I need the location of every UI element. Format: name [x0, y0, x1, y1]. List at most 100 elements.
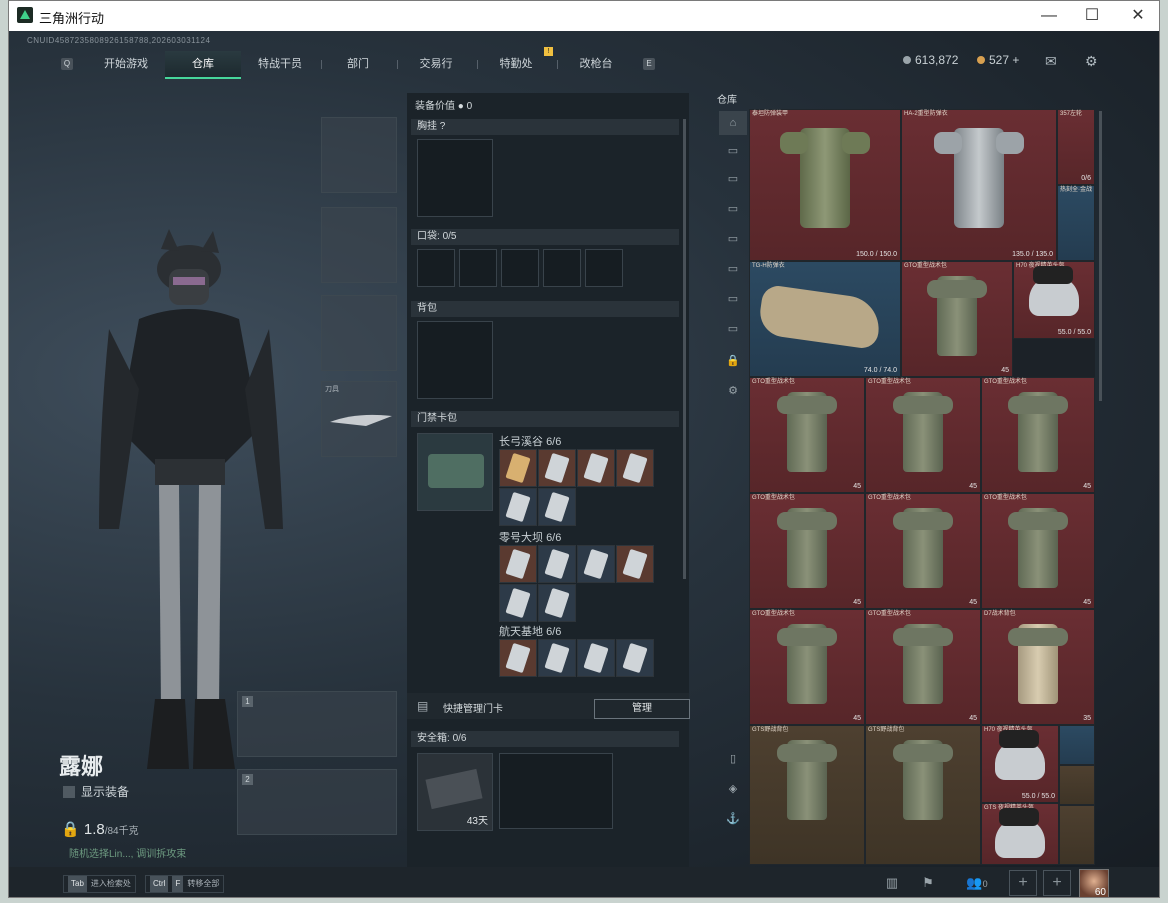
- keycard-item[interactable]: [577, 545, 615, 583]
- tab-department[interactable]: 部门: [325, 51, 391, 77]
- lock-icon[interactable]: 🔒: [719, 349, 747, 373]
- stash-tab-icon[interactable]: ▭: [719, 257, 747, 281]
- melee-slot[interactable]: 刀具: [321, 381, 397, 457]
- mail-icon[interactable]: ✉: [1045, 53, 1057, 70]
- manage-keycards-button[interactable]: 管理: [594, 699, 690, 719]
- stash-scrollbar[interactable]: [1099, 111, 1102, 401]
- stash-item[interactable]: GTS野战背包: [749, 725, 865, 865]
- map-name: 航天基地: [499, 626, 543, 638]
- tab-operators[interactable]: 特战干员: [245, 51, 315, 77]
- safebox-grid[interactable]: [499, 753, 613, 829]
- stash-item[interactable]: H70 夜视精英头盔55.0 / 55.0: [981, 725, 1059, 803]
- transfer-all-hotkey[interactable]: Ctrl F 转移全部: [145, 875, 225, 893]
- stash-item[interactable]: GTO重型战术包 45: [901, 261, 1013, 377]
- stash-item[interactable]: GTO重型战术包 45: [865, 609, 981, 725]
- show-equipment-toggle[interactable]: 显示装备: [63, 783, 129, 800]
- enter-search-hotkey[interactable]: Tab 进入检索处: [63, 875, 136, 893]
- stash-item[interactable]: GTS 夜视精英头盔: [981, 803, 1059, 865]
- stats-chart-icon[interactable]: ▥: [879, 871, 905, 895]
- keycard-item[interactable]: [538, 449, 576, 487]
- stash-item[interactable]: H70 夜视精英头盔 55.0 / 55.0: [1013, 261, 1095, 339]
- stash-tab-icon[interactable]: ▭: [719, 317, 747, 341]
- keycard-item[interactable]: [499, 639, 537, 677]
- loadout-scrollbar[interactable]: [683, 119, 686, 579]
- pocket-slot[interactable]: [501, 249, 539, 287]
- keycard-item[interactable]: [499, 449, 537, 487]
- stash-settings-icon[interactable]: ⚙: [719, 379, 747, 403]
- pocket-slot[interactable]: [417, 249, 455, 287]
- maximize-button[interactable]: ☐: [1077, 5, 1107, 27]
- keycard-case-slot[interactable]: [417, 433, 493, 511]
- stash-item[interactable]: TG-H防弹衣 74.0 / 74.0: [749, 261, 901, 377]
- keycard-item[interactable]: [538, 639, 576, 677]
- stash-item[interactable]: GTO重型战术包 45: [865, 377, 981, 493]
- helmet-slot[interactable]: [321, 117, 397, 193]
- chest-help-icon[interactable]: ?: [440, 121, 446, 132]
- stash-item[interactable]: GTO重型战术包 45: [749, 493, 865, 609]
- safebox-slot[interactable]: 43天: [417, 753, 493, 831]
- stash-item[interactable]: GTO重型战术包 45: [749, 609, 865, 725]
- friends-icon[interactable]: 👥0: [957, 871, 997, 895]
- pocket-slot[interactable]: [585, 249, 623, 287]
- stash-item[interactable]: [1059, 805, 1095, 865]
- primary-weapon-slot[interactable]: 1: [237, 691, 397, 757]
- stash-item[interactable]: [1059, 765, 1095, 805]
- stash-tab-icon[interactable]: ▭: [719, 227, 747, 251]
- keycard-header: 门禁卡包: [411, 411, 679, 427]
- keycard-item[interactable]: [499, 488, 537, 526]
- stash-item[interactable]: GTO重型战术包 45: [865, 493, 981, 609]
- keycard-item[interactable]: [616, 449, 654, 487]
- keycard-item[interactable]: [577, 449, 615, 487]
- stash-item[interactable]: GTO重型战术包 45: [981, 377, 1095, 493]
- stash-item[interactable]: 357左轮 0/6: [1057, 109, 1095, 185]
- pocket-slot[interactable]: [543, 249, 581, 287]
- keycard-item[interactable]: [538, 488, 576, 526]
- add-party-button[interactable]: +: [1009, 870, 1037, 896]
- stash-tab-icon[interactable]: ▭: [719, 167, 747, 191]
- keycard-item[interactable]: [499, 584, 537, 622]
- minimize-button[interactable]: —: [1034, 5, 1064, 27]
- anchor-icon[interactable]: ⚓: [719, 807, 747, 831]
- nav-prev-key[interactable]: Q: [61, 58, 73, 70]
- stash-tab-icon[interactable]: ▭: [719, 139, 747, 163]
- close-button[interactable]: ✕: [1123, 5, 1153, 27]
- flag-icon[interactable]: ⚑: [915, 871, 941, 895]
- add-party-button[interactable]: +: [1043, 870, 1071, 896]
- pistol-slot[interactable]: [321, 295, 397, 371]
- tab-start-game[interactable]: 开始游戏: [91, 51, 161, 77]
- stash-item[interactable]: HA-2重型防弹衣 135.0 / 135.0: [901, 109, 1057, 261]
- stash-item[interactable]: 泰坦防弹装甲 150.0 / 150.0: [749, 109, 901, 261]
- stash-item[interactable]: [1059, 725, 1095, 765]
- tab-trading[interactable]: 交易行: [401, 51, 471, 77]
- stash-item[interactable]: GTO重型战术包 45: [749, 377, 865, 493]
- stash-tab-icon[interactable]: ▭: [719, 287, 747, 311]
- stash-item[interactable]: 热刻全·金战: [1057, 185, 1095, 261]
- armor-slot[interactable]: [321, 207, 397, 283]
- keycard-item[interactable]: [499, 545, 537, 583]
- backpack-slot[interactable]: [417, 321, 493, 399]
- sort-icon[interactable]: ▯: [719, 747, 747, 771]
- tab-special-ops[interactable]: 特勤处: [481, 51, 551, 77]
- keycard-item[interactable]: [616, 545, 654, 583]
- item-durability: 135.0 / 135.0: [1012, 251, 1053, 258]
- nav-next-key[interactable]: E: [643, 58, 655, 70]
- stash-item[interactable]: GTO重型战术包 45: [981, 493, 1095, 609]
- player-avatar[interactable]: 60: [1079, 869, 1109, 897]
- settings-gear-icon[interactable]: ⚙: [1085, 53, 1098, 70]
- secondary-weapon-slot[interactable]: 2: [237, 769, 397, 835]
- tab-warehouse[interactable]: 仓库: [165, 51, 241, 79]
- stash-home-icon[interactable]: ⌂: [719, 111, 747, 135]
- stash-item[interactable]: D7战术背包 35: [981, 609, 1095, 725]
- keycard-item[interactable]: [538, 584, 576, 622]
- tab-gunsmith[interactable]: 改枪台: [561, 51, 631, 77]
- show-equipment-checkbox[interactable]: [63, 786, 75, 798]
- layers-icon[interactable]: ◈: [719, 777, 747, 801]
- pocket-slot[interactable]: [459, 249, 497, 287]
- keycard-item[interactable]: [538, 545, 576, 583]
- add-currency-button[interactable]: +: [1012, 53, 1019, 67]
- keycard-item[interactable]: [616, 639, 654, 677]
- chest-rig-slot[interactable]: [417, 139, 493, 217]
- keycard-item[interactable]: [577, 639, 615, 677]
- stash-tab-icon[interactable]: ▭: [719, 197, 747, 221]
- stash-item[interactable]: GTS野战背包: [865, 725, 981, 865]
